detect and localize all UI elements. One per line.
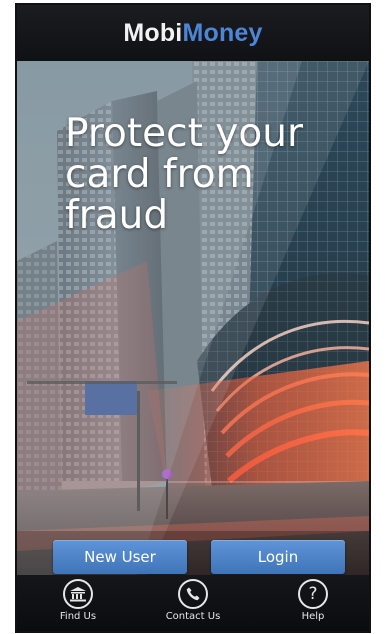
tab-label-find-us: Find Us (59, 611, 97, 622)
help-icon: ? (298, 579, 328, 609)
app-screen: MobiMoney Protect your card from fraud N… (17, 5, 369, 631)
tab-label-contact-us: Contact Us (165, 611, 221, 622)
tab-contact-us[interactable]: Contact Us (148, 579, 238, 629)
tab-help[interactable]: ? Help (268, 579, 358, 629)
phone-icon (178, 579, 208, 609)
hero-headline: Protect your card from fraud (65, 111, 303, 238)
hero-image: Protect your card from fraud (17, 61, 369, 575)
app-header: MobiMoney (17, 5, 369, 61)
app-logo: MobiMoney (123, 19, 262, 48)
bank-icon (63, 579, 93, 609)
tab-find-us[interactable]: Find Us (33, 579, 123, 629)
logo-text-mobi: Mobi (123, 18, 183, 47)
new-user-button[interactable]: New User (53, 540, 187, 574)
tab-bar: Find Us Contact Us ? Help (17, 575, 369, 631)
logo-text-money: Money (182, 18, 263, 47)
tab-label-help: Help (301, 611, 325, 622)
login-button[interactable]: Login (211, 540, 345, 574)
